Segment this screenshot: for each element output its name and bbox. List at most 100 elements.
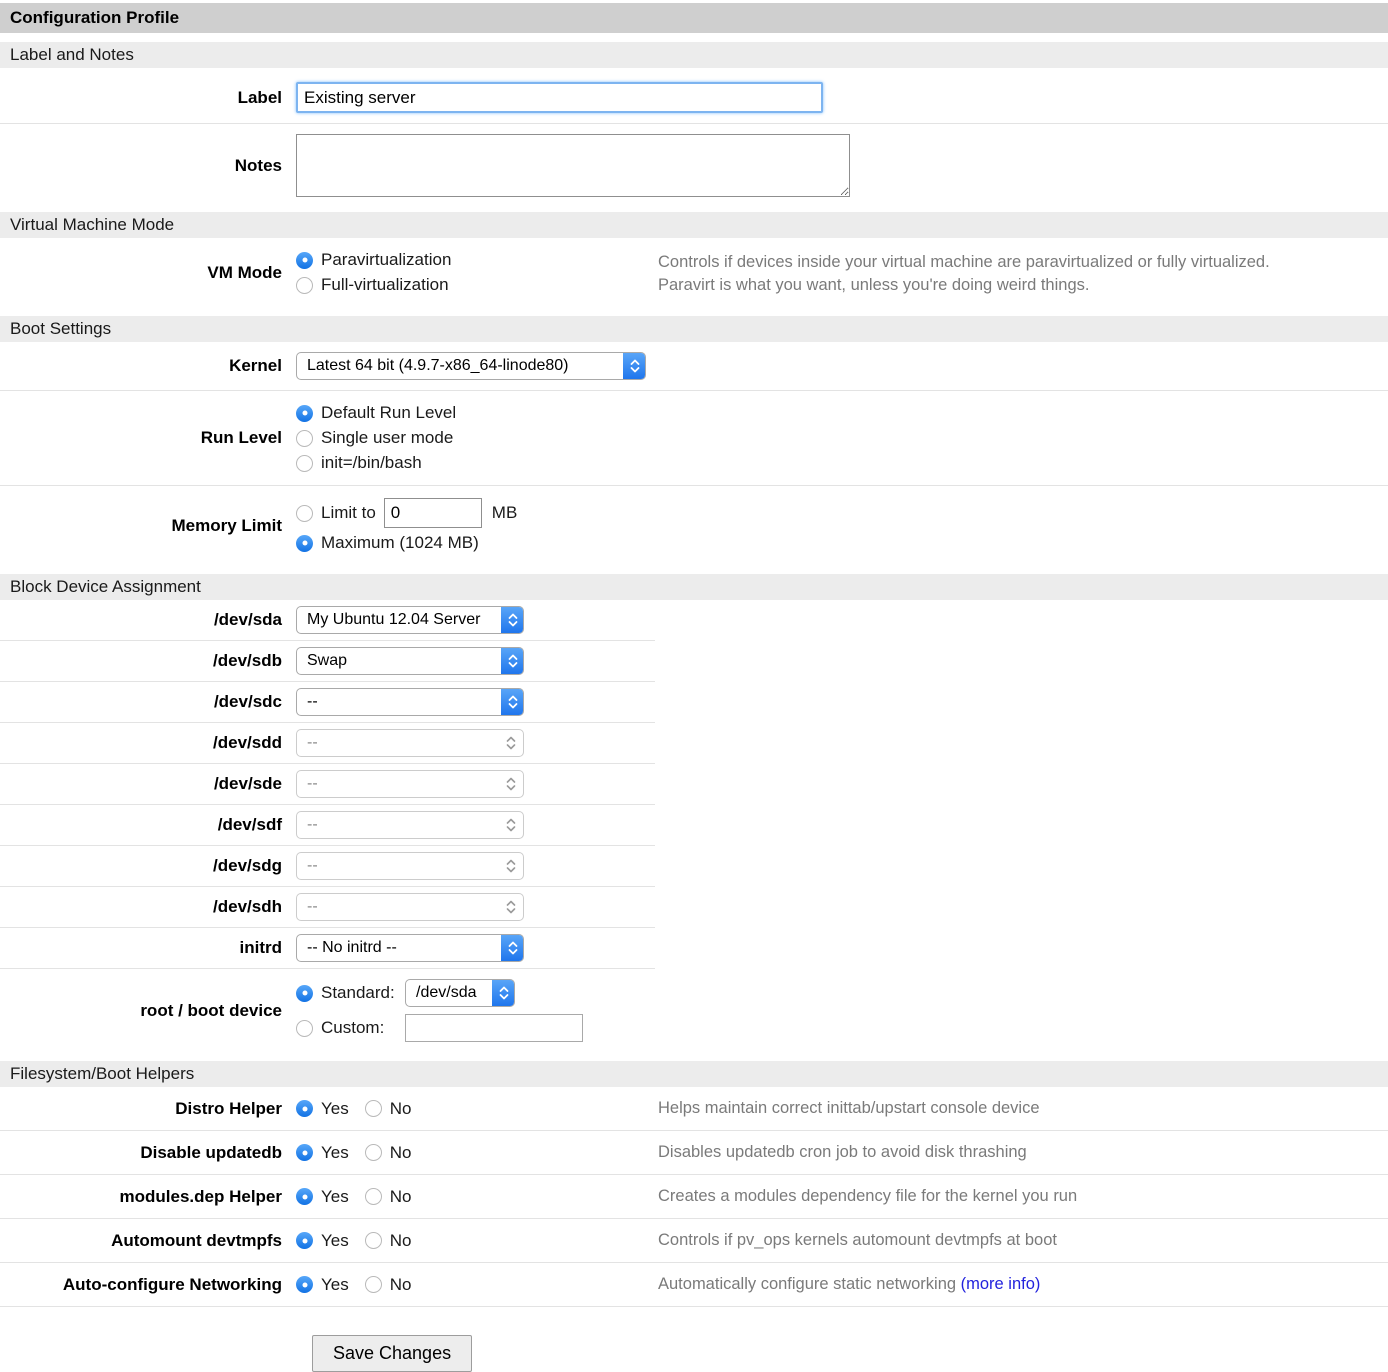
run-level-row: Run Level Default Run Level Single user …: [0, 391, 1388, 486]
memory-limit-to-radio[interactable]: [296, 505, 313, 522]
run-level-init-bash-radio[interactable]: [296, 455, 313, 472]
automount-devtmpfs-no-radio[interactable]: [365, 1232, 382, 1249]
helper-row-distro: Distro Helper Yes No Helps maintain corr…: [0, 1087, 1388, 1131]
disable-updatedb-yes-radio[interactable]: [296, 1144, 313, 1161]
yes-label: Yes: [321, 1099, 349, 1119]
device-sda-select[interactable]: My Ubuntu 12.04 Server: [296, 606, 524, 634]
device-sdf-select[interactable]: --: [296, 811, 524, 839]
initrd-select-value: -- No initrd --: [297, 939, 397, 957]
notes-field-label: Notes: [0, 156, 296, 176]
device-row-sdb: /dev/sdb Swap: [0, 641, 1388, 682]
distro-helper-label: Distro Helper: [0, 1099, 296, 1119]
stepper-icon: [505, 853, 517, 879]
vm-mode-full-virtualization-label: Full-virtualization: [321, 275, 449, 295]
modules-dep-no-radio[interactable]: [365, 1188, 382, 1205]
memory-limit-input[interactable]: [384, 498, 482, 528]
device-sdh-label: /dev/sdh: [0, 897, 296, 917]
device-sdd-select[interactable]: --: [296, 729, 524, 757]
device-sda-select-value: My Ubuntu 12.04 Server: [297, 611, 480, 629]
root-standard-select[interactable]: /dev/sda: [405, 979, 515, 1007]
device-row-sdg: /dev/sdg --: [0, 846, 1388, 887]
automount-devtmpfs-yes-radio[interactable]: [296, 1232, 313, 1249]
yes-label: Yes: [321, 1143, 349, 1163]
no-label: No: [390, 1275, 412, 1295]
vm-mode-help-line1: Controls if devices inside your virtual …: [658, 251, 1270, 274]
run-level-label: Run Level: [0, 428, 296, 448]
stepper-icon: [501, 934, 524, 962]
vm-mode-paravirtualization-radio[interactable]: [296, 252, 313, 269]
kernel-select-value: Latest 64 bit (4.9.7-x86_64-linode80): [297, 357, 569, 375]
root-custom-input[interactable]: [405, 1014, 583, 1042]
modules-dep-label: modules.dep Helper: [0, 1187, 296, 1207]
initrd-select[interactable]: -- No initrd --: [296, 934, 524, 962]
memory-maximum-label: Maximum (1024 MB): [321, 533, 479, 553]
vm-mode-label: VM Mode: [0, 263, 296, 283]
notes-row: Notes: [0, 124, 1388, 203]
kernel-row: Kernel Latest 64 bit (4.9.7-x86_64-linod…: [0, 342, 1388, 391]
run-level-default-radio[interactable]: [296, 405, 313, 422]
helper-row-updatedb: Disable updatedb Yes No Disables updated…: [0, 1131, 1388, 1175]
save-area: Save Changes: [0, 1307, 1388, 1372]
modules-dep-help: Creates a modules dependency file for th…: [658, 1185, 1077, 1208]
label-row: Label: [0, 68, 1388, 124]
run-level-single-user-radio[interactable]: [296, 430, 313, 447]
page-title: Configuration Profile: [0, 3, 1388, 33]
helper-row-modules-dep: modules.dep Helper Yes No Creates a modu…: [0, 1175, 1388, 1219]
device-sdf-label: /dev/sdf: [0, 815, 296, 835]
no-label: No: [390, 1143, 412, 1163]
run-level-single-user-label: Single user mode: [321, 428, 453, 448]
vm-mode-full-virtualization-radio[interactable]: [296, 277, 313, 294]
memory-limit-to-label: Limit to: [321, 503, 376, 523]
distro-helper-no-radio[interactable]: [365, 1100, 382, 1117]
memory-limit-unit: MB: [492, 503, 518, 523]
stepper-icon: [505, 812, 517, 838]
save-button[interactable]: Save Changes: [312, 1335, 472, 1372]
stepper-icon: [492, 979, 515, 1007]
device-row-sda: /dev/sda My Ubuntu 12.04 Server: [0, 600, 1388, 641]
disable-updatedb-no-radio[interactable]: [365, 1144, 382, 1161]
yes-label: Yes: [321, 1231, 349, 1251]
label-input[interactable]: [296, 82, 823, 113]
kernel-select[interactable]: Latest 64 bit (4.9.7-x86_64-linode80): [296, 352, 646, 380]
memory-maximum-radio[interactable]: [296, 535, 313, 552]
auto-configure-networking-yes-radio[interactable]: [296, 1276, 313, 1293]
root-standard-radio[interactable]: [296, 985, 313, 1002]
stepper-icon: [501, 688, 524, 716]
root-boot-device-row: root / boot device Standard: /dev/sda Cu…: [0, 969, 1388, 1052]
device-sdd-label: /dev/sdd: [0, 733, 296, 753]
more-info-link[interactable]: (more info): [961, 1275, 1041, 1293]
modules-dep-yes-radio[interactable]: [296, 1188, 313, 1205]
stepper-icon: [505, 730, 517, 756]
section-header-label-notes: Label and Notes: [0, 42, 1388, 68]
no-label: No: [390, 1099, 412, 1119]
stepper-icon: [501, 647, 524, 675]
notes-textarea[interactable]: [296, 134, 850, 197]
auto-configure-networking-no-radio[interactable]: [365, 1276, 382, 1293]
helper-row-networking: Auto-configure Networking Yes No Automat…: [0, 1263, 1388, 1307]
device-row-sdd: /dev/sdd --: [0, 723, 1388, 764]
disable-updatedb-help: Disables updatedb cron job to avoid disk…: [658, 1141, 1027, 1164]
distro-helper-yes-radio[interactable]: [296, 1100, 313, 1117]
stepper-icon: [505, 894, 517, 920]
device-sdd-select-value: --: [297, 734, 318, 752]
auto-configure-networking-label: Auto-configure Networking: [0, 1275, 296, 1295]
helper-row-devtmpfs: Automount devtmpfs Yes No Controls if pv…: [0, 1219, 1388, 1263]
device-row-sdc: /dev/sdc --: [0, 682, 1388, 723]
device-sde-select[interactable]: --: [296, 770, 524, 798]
device-sdc-select[interactable]: --: [296, 688, 524, 716]
device-sdh-select[interactable]: --: [296, 893, 524, 921]
device-row-sde: /dev/sde --: [0, 764, 1388, 805]
root-custom-radio[interactable]: [296, 1020, 313, 1037]
device-sdb-select[interactable]: Swap: [296, 647, 524, 675]
device-sdg-select[interactable]: --: [296, 852, 524, 880]
disable-updatedb-label: Disable updatedb: [0, 1143, 296, 1163]
auto-configure-networking-help: Automatically configure static networkin…: [658, 1273, 1040, 1296]
device-row-sdf: /dev/sdf --: [0, 805, 1388, 846]
section-header-helpers: Filesystem/Boot Helpers: [0, 1061, 1388, 1087]
no-label: No: [390, 1187, 412, 1207]
device-sdb-select-value: Swap: [297, 652, 347, 670]
root-boot-device-label: root / boot device: [0, 1001, 296, 1021]
section-header-boot-settings: Boot Settings: [0, 316, 1388, 342]
stepper-icon: [623, 352, 646, 380]
run-level-init-bash-label: init=/bin/bash: [321, 453, 422, 473]
